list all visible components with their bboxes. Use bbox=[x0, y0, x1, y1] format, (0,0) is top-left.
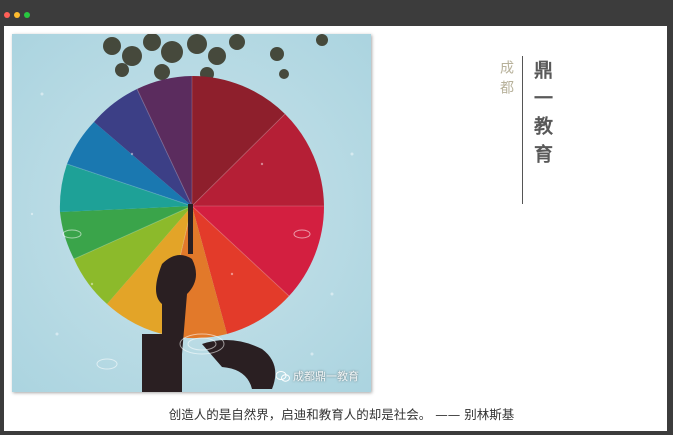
close-window-button[interactable] bbox=[4, 12, 10, 18]
city-label: 成都 bbox=[498, 60, 514, 100]
brand-title: 鼎一教育 bbox=[531, 60, 553, 172]
vertical-title-block: 成都 鼎一教育 bbox=[496, 56, 556, 204]
minimize-window-button[interactable] bbox=[14, 12, 20, 18]
wechat-icon bbox=[276, 370, 290, 382]
maximize-window-button[interactable] bbox=[24, 12, 30, 18]
photo-watermark: 成都鼎一教育 bbox=[276, 368, 359, 384]
title-divider bbox=[522, 56, 523, 204]
window-titlebar bbox=[0, 0, 673, 26]
article-page: 成都鼎一教育 成都 鼎一教育 创造人的是自然界，启迪和教育人的却是社会。 —— … bbox=[4, 26, 667, 431]
watermark-text: 成都鼎一教育 bbox=[293, 370, 359, 383]
quote-caption: 创造人的是自然界，启迪和教育人的却是社会。 —— 别林斯基 bbox=[168, 407, 515, 422]
umbrella-photo: 成都鼎一教育 bbox=[12, 34, 371, 392]
